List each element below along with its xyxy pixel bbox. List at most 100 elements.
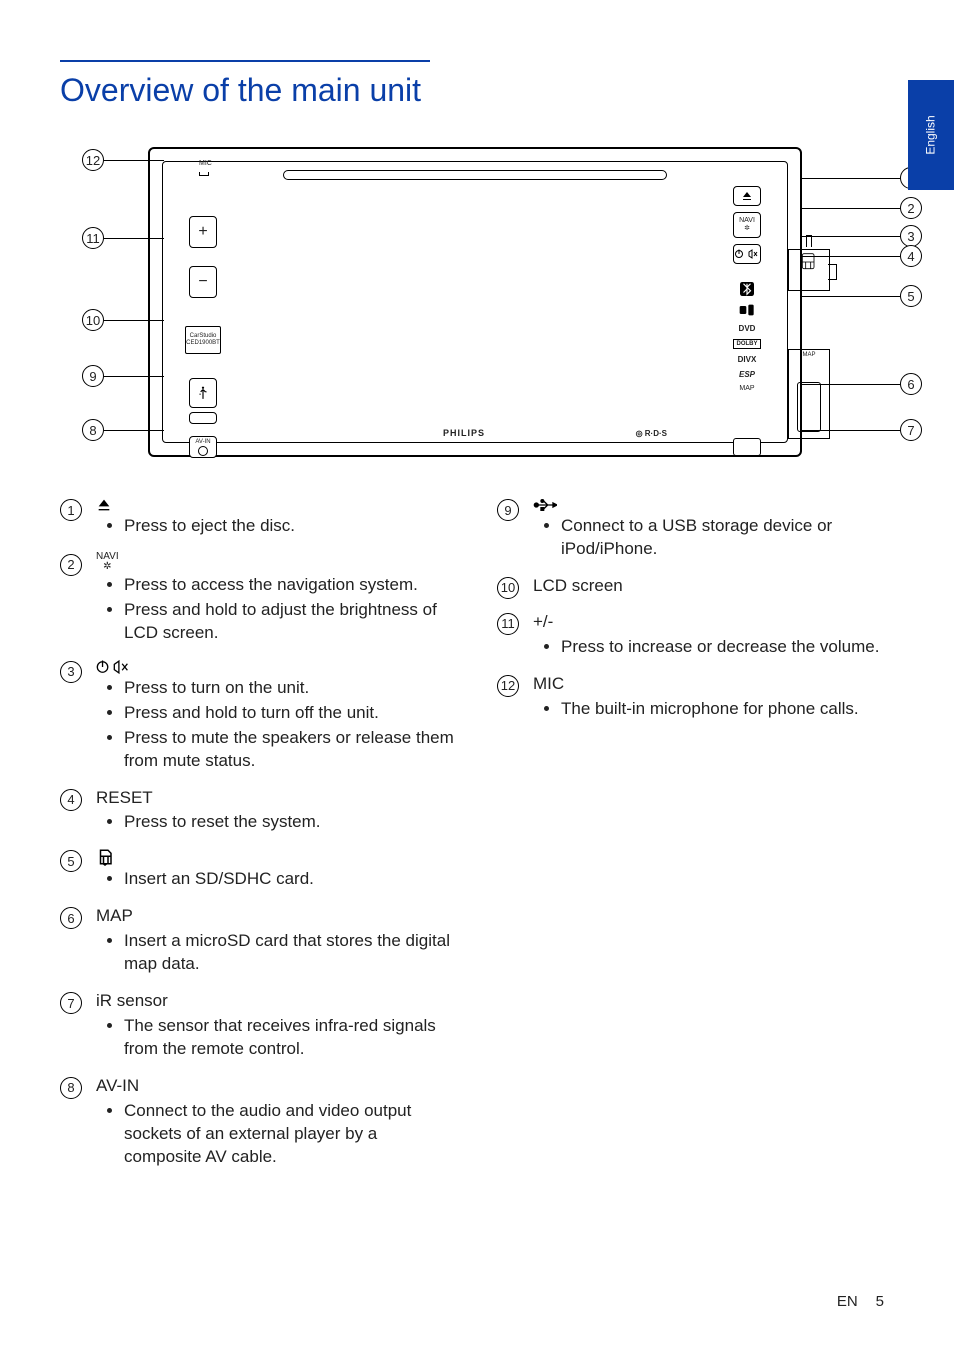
- entry-10: 10 LCD screen: [497, 575, 894, 599]
- description-column-right: 9 Connect to a USB storage device or iPod…: [497, 497, 894, 1183]
- rds-logo: ◎ R·D·S: [636, 429, 667, 438]
- entry-bullet: Press to eject the disc.: [124, 515, 457, 538]
- usb-port-icon: [189, 378, 217, 408]
- entry-bullet: The built-in microphone for phone calls.: [561, 698, 894, 721]
- bluetooth-icon: [733, 282, 761, 298]
- entry-number: 8: [60, 1077, 82, 1099]
- entry-bullet: Press to reset the system.: [124, 811, 457, 834]
- entry-label: AV-IN: [96, 1075, 457, 1098]
- entry-bullets: Press to eject the disc.: [96, 515, 457, 538]
- entry-label: MAP: [96, 905, 457, 928]
- sd-icon: [96, 848, 114, 866]
- entry-number: 11: [497, 613, 519, 635]
- ir-sensor: [733, 438, 761, 456]
- navi-icon: NAVI✲: [96, 552, 119, 572]
- language-tab: English: [908, 80, 954, 190]
- callout-1: 1: [800, 167, 922, 189]
- entry-bullets: Press to reset the system.: [96, 811, 457, 834]
- entry-11: 11 +/-Press to increase or decrease the v…: [497, 611, 894, 661]
- callout-3: 3: [800, 225, 922, 247]
- page-footer: EN5: [837, 1293, 884, 1310]
- eject-icon: [96, 497, 112, 513]
- mic-label: MIC: [199, 160, 212, 167]
- logo-stack: DVD DOLBY DIVX ESP MAP: [733, 282, 761, 398]
- entry-6: 6 MAPInsert a microSD card that stores th…: [60, 905, 457, 978]
- entry-label: NAVI✲: [96, 552, 457, 572]
- entry-bullet: Press to increase or decrease the volume…: [561, 636, 894, 659]
- entry-bullets: Insert a microSD card that stores the di…: [96, 930, 457, 976]
- main-unit-diagram: MIC + − CarStudioCED1900BT AV-IN: [82, 137, 872, 467]
- entry-7: 7 iR sensorThe sensor that receives infra…: [60, 990, 457, 1063]
- entry-2: 2 NAVI✲Press to access the navigation sys…: [60, 552, 457, 647]
- entry-9: 9 Connect to a USB storage device or iPod…: [497, 497, 894, 563]
- entry-bullets: Press to increase or decrease the volume…: [533, 636, 894, 659]
- entry-bullets: Insert an SD/SDHC card.: [96, 868, 457, 891]
- esp-logo: ESP: [733, 370, 761, 379]
- callout-6: 6: [800, 373, 922, 395]
- entry-bullet: Insert a microSD card that stores the di…: [124, 930, 457, 976]
- entry-bullet: Press and hold to turn off the unit.: [124, 702, 457, 725]
- description-column-left: 1Press to eject the disc.2NAVI✲Press to …: [60, 497, 457, 1183]
- entry-bullets: Connect to the audio and video output so…: [96, 1100, 457, 1169]
- entry-bullets: Connect to a USB storage device or iPod/…: [533, 515, 894, 561]
- power-mute-button: [733, 244, 761, 264]
- entry-label: [96, 848, 457, 866]
- entry-4: 4 RESETPress to reset the system.: [60, 787, 457, 837]
- callout-4: 4: [800, 245, 922, 267]
- entry-label: +/-: [533, 611, 894, 634]
- entry-number: 5: [60, 850, 82, 872]
- entry-label: MIC: [533, 673, 894, 696]
- entry-bullet: Insert an SD/SDHC card.: [124, 868, 457, 891]
- entry-number: 7: [60, 992, 82, 1014]
- eject-button: [733, 186, 761, 206]
- entry-12: 12 MICThe built-in microphone for phone c…: [497, 673, 894, 723]
- av-in-jack: AV-IN: [189, 436, 217, 458]
- brand-label: CarStudioCED1900BT: [185, 326, 221, 354]
- small-slot: [189, 412, 217, 424]
- entry-8: 8 AV-INConnect to the audio and video out…: [60, 1075, 457, 1171]
- entry-bullets: Press to turn on the unit.Press and hold…: [96, 677, 457, 773]
- callout-5: 5: [800, 285, 922, 307]
- page-title: Overview of the main unit: [60, 72, 894, 109]
- entry-1: 1 Press to eject the disc.: [60, 497, 457, 540]
- callout-2: 2: [800, 197, 922, 219]
- callout-8: 8: [82, 419, 164, 441]
- entry-number: 2: [60, 554, 82, 576]
- entry-bullet: Press and hold to adjust the brightness …: [124, 599, 457, 645]
- divx-logo: DIVX: [733, 355, 761, 364]
- entry-number: 3: [60, 661, 82, 683]
- entry-label: RESET: [96, 787, 457, 810]
- callout-12: 12: [82, 149, 164, 171]
- mic-hole: [199, 172, 209, 176]
- entry-label: LCD screen: [533, 575, 894, 598]
- callout-7: 7: [800, 419, 922, 441]
- entry-bullet: Press to access the navigation system.: [124, 574, 457, 597]
- entry-number: 4: [60, 789, 82, 811]
- entry-bullet: Press to turn on the unit.: [124, 677, 457, 700]
- entry-bullet: The sensor that receives infra-red signa…: [124, 1015, 457, 1061]
- entry-number: 12: [497, 675, 519, 697]
- volume-down-button: −: [189, 266, 217, 298]
- entry-3: 3 Press to turn on the unit.Press and hol…: [60, 659, 457, 775]
- philips-logo: PHILIPS: [443, 428, 485, 438]
- entry-bullets: The sensor that receives infra-red signa…: [96, 1015, 457, 1061]
- volume-up-button: +: [189, 216, 217, 248]
- usb-icon: [533, 497, 557, 513]
- entry-bullet: Connect to the audio and video output so…: [124, 1100, 457, 1169]
- entry-5: 5 Insert an SD/SDHC card.: [60, 848, 457, 893]
- entry-number: 9: [497, 499, 519, 521]
- entry-number: 10: [497, 577, 519, 599]
- entry-number: 6: [60, 907, 82, 929]
- entry-bullets: Press to access the navigation system.Pr…: [96, 574, 457, 645]
- entry-label: [96, 497, 457, 513]
- callout-9: 9: [82, 365, 164, 387]
- power-mute-icon: [96, 659, 130, 675]
- disc-slot: [283, 170, 667, 180]
- entry-label: [533, 497, 894, 513]
- callout-10: 10: [82, 309, 164, 331]
- map-label: MAP: [733, 385, 761, 392]
- dvd-logo: DVD: [733, 324, 761, 333]
- dolby-logo: DOLBY: [733, 339, 761, 349]
- entry-label: iR sensor: [96, 990, 457, 1013]
- entry-number: 1: [60, 499, 82, 521]
